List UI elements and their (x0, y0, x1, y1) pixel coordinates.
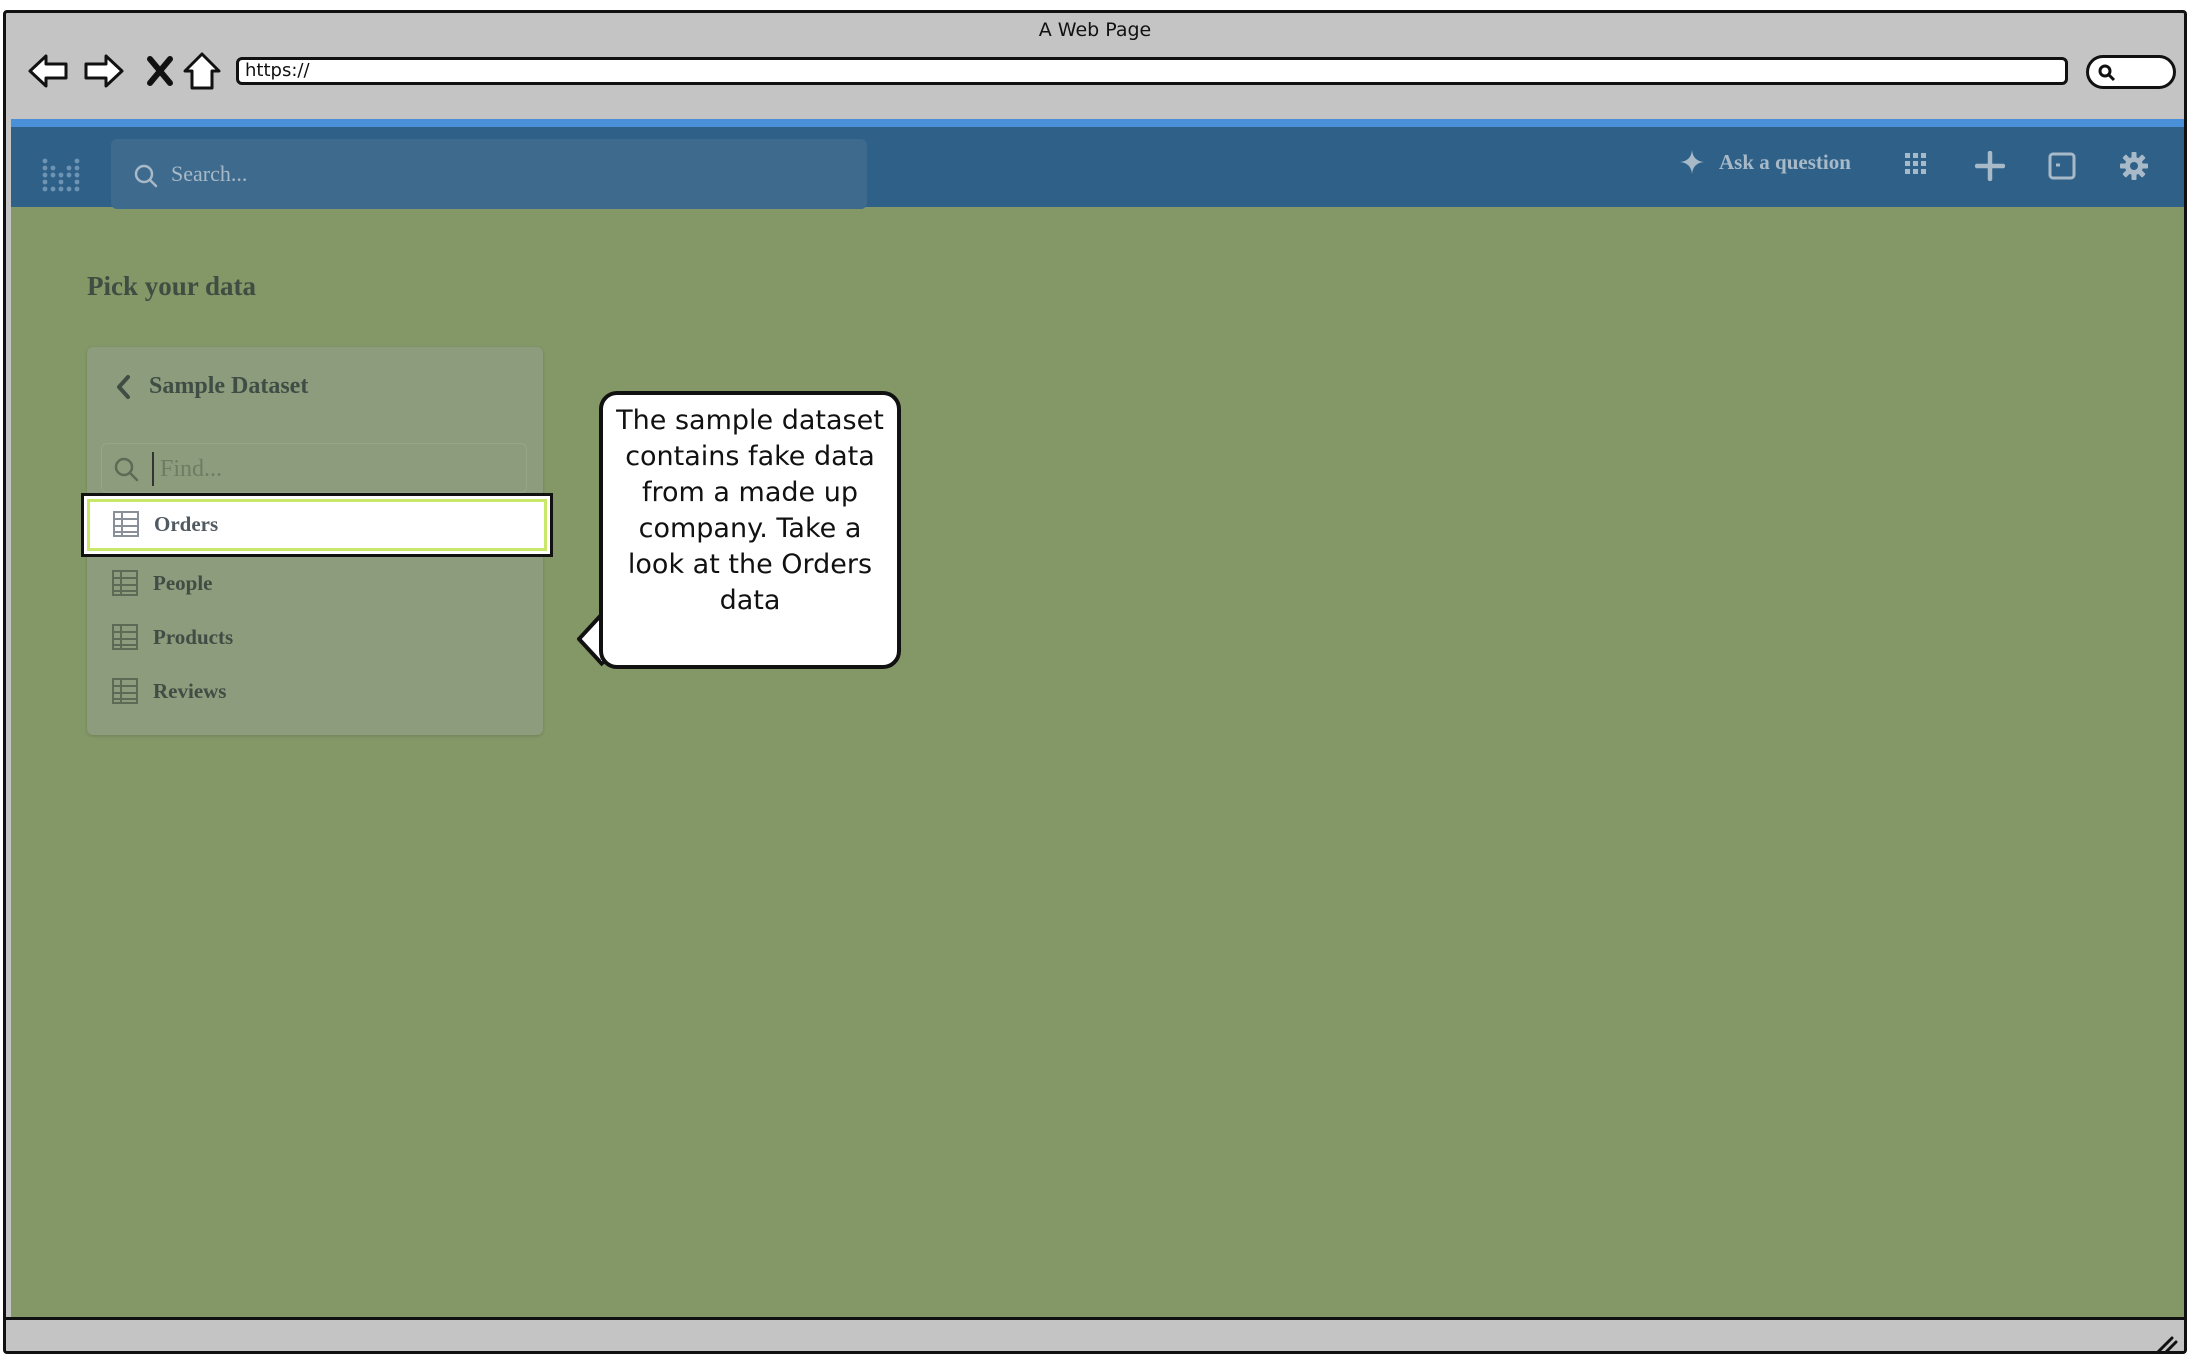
console-icon[interactable] (2047, 151, 2077, 181)
status-bar (6, 1317, 2184, 1354)
table-item-orders[interactable]: Orders (81, 493, 553, 557)
browser-search-field[interactable] (2086, 55, 2176, 89)
ask-a-question-label: Ask a question (1719, 149, 1851, 174)
resize-grip-icon[interactable] (2154, 1334, 2178, 1354)
ask-a-question-button[interactable]: Ask a question (1679, 149, 1851, 175)
app-header: Search... Ask a question (11, 119, 2184, 209)
gear-icon[interactable] (2119, 151, 2149, 181)
table-icon (112, 624, 138, 650)
table-label: Products (153, 624, 234, 649)
callout-text: The sample dataset contains fake data fr… (616, 405, 884, 616)
plus-icon[interactable] (1975, 151, 2005, 181)
stop-icon[interactable] (136, 47, 184, 95)
sparkle-icon (1680, 150, 1704, 174)
metabase-logo-icon (42, 158, 80, 192)
table-label: Reviews (153, 678, 227, 703)
home-icon[interactable] (178, 47, 226, 95)
forward-icon[interactable] (80, 47, 128, 95)
url-text: https:// (245, 60, 310, 81)
table-icon (112, 570, 138, 596)
table-icon (113, 511, 139, 537)
table-item-products[interactable]: Products (111, 623, 233, 651)
find-table-input[interactable] (152, 452, 512, 486)
back-to-databases-button[interactable]: Sample Dataset (115, 373, 308, 400)
url-bar[interactable]: https:// (236, 57, 2068, 85)
browser-window: A Web Page https:// Search... Ask a ques… (3, 10, 2187, 1354)
tour-callout: The sample dataset contains fake data fr… (599, 391, 901, 669)
app-search-input[interactable]: Search... (111, 139, 867, 209)
search-icon (114, 457, 139, 482)
chevron-left-icon (117, 374, 130, 399)
grid-icon[interactable] (1903, 151, 1929, 177)
find-table-field[interactable] (101, 443, 527, 493)
orders-row-content: Orders (112, 510, 218, 538)
table-item-reviews[interactable]: Reviews (111, 677, 226, 705)
search-icon (134, 164, 158, 188)
table-item-people[interactable]: People (111, 569, 212, 597)
back-icon[interactable] (24, 47, 72, 95)
table-icon (112, 678, 138, 704)
table-label: Orders (154, 511, 219, 536)
web-content: Search... Ask a question Pick your data … (11, 119, 2184, 1319)
search-icon (2098, 64, 2116, 82)
dataset-name: Sample Dataset (149, 373, 309, 399)
window-title: A Web Page (1038, 19, 1152, 41)
page-title: Pick your data (87, 271, 257, 301)
table-label: People (153, 570, 213, 595)
app-search-placeholder: Search... (171, 161, 248, 186)
